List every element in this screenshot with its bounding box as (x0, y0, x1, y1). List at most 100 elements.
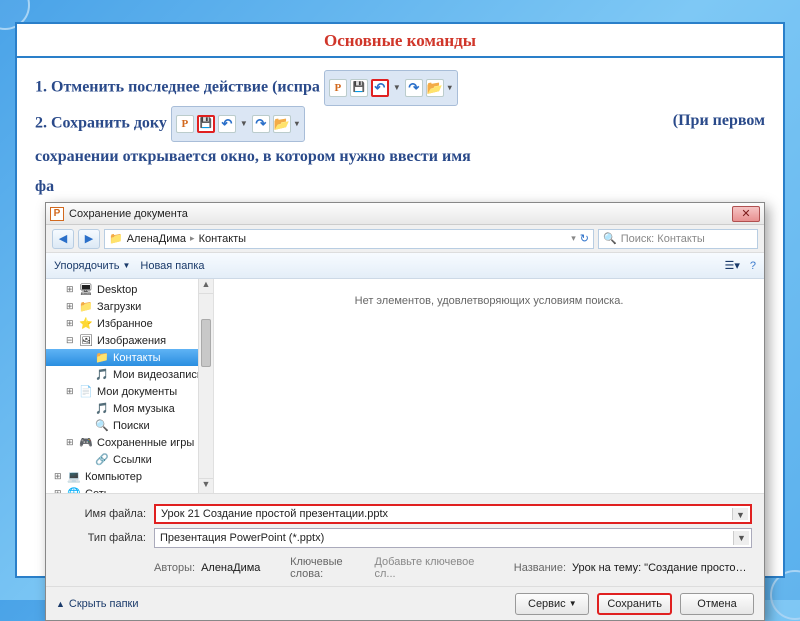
tree-item[interactable]: ⊞ 📁 Загрузки (46, 298, 213, 315)
expand-icon[interactable]: ⊞ (66, 284, 75, 295)
folder-icon: 🌐 (67, 487, 81, 493)
authors-value[interactable]: АленаДима (201, 562, 260, 574)
tree-scrollbar[interactable]: ▲ ▼ (198, 279, 213, 493)
expand-icon[interactable]: ⊞ (66, 318, 75, 329)
folder-icon: 📁 (109, 232, 123, 245)
line1-text: 1. Отменить последнее действие (испра (35, 79, 320, 96)
search-input[interactable]: 🔍 Поиск: Контакты (598, 229, 758, 249)
qat-toolbar-1: P 💾 ↶ ▼ ↷ 📂 ▾ (324, 70, 458, 106)
breadcrumb[interactable]: 📁 АленаДима ▸ Контакты ▾ ↻ (104, 229, 594, 249)
save-button[interactable]: Сохранить (597, 593, 672, 615)
folder-icon: 🖥 (79, 283, 93, 296)
save-dialog: P Сохранение документа ✕ ◀ ▶ 📁 АленаДима… (45, 202, 765, 621)
folder-icon: 💻 (67, 470, 81, 483)
title-meta-value[interactable]: Урок на тему: "Создание простой презента… (572, 562, 752, 574)
folder-icon: 🎵 (95, 368, 109, 381)
filetype-select[interactable]: Презентация PowerPoint (*.pptx) ▼ (154, 528, 752, 548)
scroll-down-icon[interactable]: ▼ (199, 478, 213, 493)
tree-item-label: Мои видеозаписи (113, 369, 203, 381)
dialog-app-icon: P (50, 207, 64, 221)
dropdown-arrow-icon[interactable]: ▼ (733, 531, 749, 545)
app-icon: P (329, 79, 347, 97)
filetype-label: Тип файла: (58, 532, 146, 544)
tree-item-label: Моя музыка (113, 403, 175, 415)
tree-item-label: Мои документы (97, 386, 177, 398)
redo-icon[interactable]: ↷ (405, 79, 423, 97)
tree-item[interactable]: ⊞ 🌐 Сеть (46, 485, 213, 493)
close-button[interactable]: ✕ (732, 206, 760, 222)
filename-input[interactable]: Урок 21 Создание простой презентации.ppt… (154, 504, 752, 524)
service-button[interactable]: Сервис ▼ (515, 593, 589, 615)
app-icon: P (176, 115, 194, 133)
tree-item-label: Ссылки (113, 454, 152, 466)
folder-tree[interactable]: ⊞🖥Desktop⊞📁Загрузки⊞⭐Избранное⊟🖼Изображе… (46, 279, 214, 493)
tree-item-label: Сеть (85, 488, 109, 494)
chevron-up-icon: ▲ (56, 599, 65, 609)
dropdown-arrow-icon[interactable]: ▼ (240, 109, 248, 139)
save-icon[interactable]: 💾 (350, 79, 368, 97)
help-button[interactable]: ? (750, 260, 756, 272)
title-meta-label: Название: (514, 562, 566, 574)
folder-icon: 🔍 (95, 419, 109, 432)
tree-item[interactable]: 🎵Моя музыка (46, 400, 213, 417)
lesson-text: 1. Отменить последнее действие (испра P … (17, 58, 783, 202)
dropdown-arrow-icon[interactable]: ▼ (393, 73, 401, 103)
qat-menu-icon[interactable]: ▾ (295, 109, 299, 139)
folder-icon: ⭐ (79, 317, 93, 330)
save-icon[interactable]: 💾 (197, 115, 215, 133)
expand-icon[interactable]: ⊞ (54, 488, 63, 493)
tree-item[interactable]: 📁 Контакты (46, 349, 213, 366)
refresh-icon[interactable]: ↻ (580, 232, 589, 245)
dialog-title: Сохранение документа (69, 208, 732, 220)
keywords-input[interactable]: Добавьте ключевое сл... (374, 556, 484, 580)
tree-item[interactable]: ⊞💻Компьютер (46, 468, 213, 485)
folder-icon: 🎮 (79, 436, 93, 449)
folder-icon: 📄 (79, 385, 93, 398)
tree-item-label: Контакты (113, 352, 161, 364)
undo-icon[interactable]: ↶ (371, 79, 389, 97)
hide-folders-button[interactable]: ▲ Скрыть папки (56, 598, 139, 610)
tree-item-label: Изображения (97, 335, 166, 347)
nav-back-button[interactable]: ◀ (52, 229, 74, 249)
view-button[interactable]: ☰▾ (724, 259, 739, 272)
breadcrumb-dropdown-icon[interactable]: ▾ (571, 233, 576, 244)
dropdown-arrow-icon[interactable]: ▼ (732, 508, 748, 520)
file-list-area: Нет элементов, удовлетворяющих условиям … (214, 279, 764, 493)
tree-item[interactable]: ⊞🎮Сохраненные игры (46, 434, 213, 451)
tree-item[interactable]: ⊞ 📄 Мои документы (46, 383, 213, 400)
tree-item-label: Desktop (97, 284, 137, 296)
undo-icon[interactable]: ↶ (218, 115, 236, 133)
tree-item[interactable]: 🔗Ссылки (46, 451, 213, 468)
tree-item[interactable]: 🎵 Мои видеозаписи (46, 366, 213, 383)
filename-label: Имя файла: (58, 508, 146, 520)
folder-icon: 🖼 (79, 334, 93, 347)
expand-icon[interactable]: ⊞ (66, 437, 75, 448)
folder-icon: 📁 (95, 351, 109, 364)
dialog-titlebar[interactable]: P Сохранение документа ✕ (46, 203, 764, 225)
open-icon[interactable]: 📂 (273, 115, 291, 133)
expand-icon[interactable]: ⊞ (66, 301, 75, 312)
line4-text: фа (35, 172, 765, 202)
expand-icon[interactable]: ⊞ (54, 471, 63, 482)
tree-item[interactable]: ⊞ 🖥 Desktop (46, 281, 213, 298)
breadcrumb-seg2[interactable]: Контакты (199, 233, 247, 245)
tree-item[interactable]: ⊟ 🖼 Изображения (46, 332, 213, 349)
cancel-button[interactable]: Отмена (680, 593, 754, 615)
breadcrumb-seg1[interactable]: АленаДима (127, 233, 186, 245)
empty-message: Нет элементов, удовлетворяющих условиям … (355, 295, 624, 307)
line2-suffix: (При первом (673, 106, 765, 136)
open-icon[interactable]: 📂 (426, 79, 444, 97)
new-folder-button[interactable]: Новая папка (140, 260, 204, 272)
tree-item[interactable]: ⊞⭐Избранное (46, 315, 213, 332)
scroll-up-icon[interactable]: ▲ (199, 279, 213, 294)
folder-icon: 📁 (79, 300, 93, 313)
tree-item-label: Загрузки (97, 301, 141, 313)
redo-icon[interactable]: ↷ (252, 115, 270, 133)
qat-menu-icon[interactable]: ▾ (448, 73, 452, 103)
nav-forward-button[interactable]: ▶ (78, 229, 100, 249)
tree-item[interactable]: 🔍Поиски (46, 417, 213, 434)
organize-button[interactable]: Упорядочить ▼ (54, 260, 130, 272)
expand-icon[interactable]: ⊟ (66, 335, 75, 346)
expand-icon[interactable]: ⊞ (66, 386, 75, 397)
scroll-thumb[interactable] (201, 319, 211, 367)
